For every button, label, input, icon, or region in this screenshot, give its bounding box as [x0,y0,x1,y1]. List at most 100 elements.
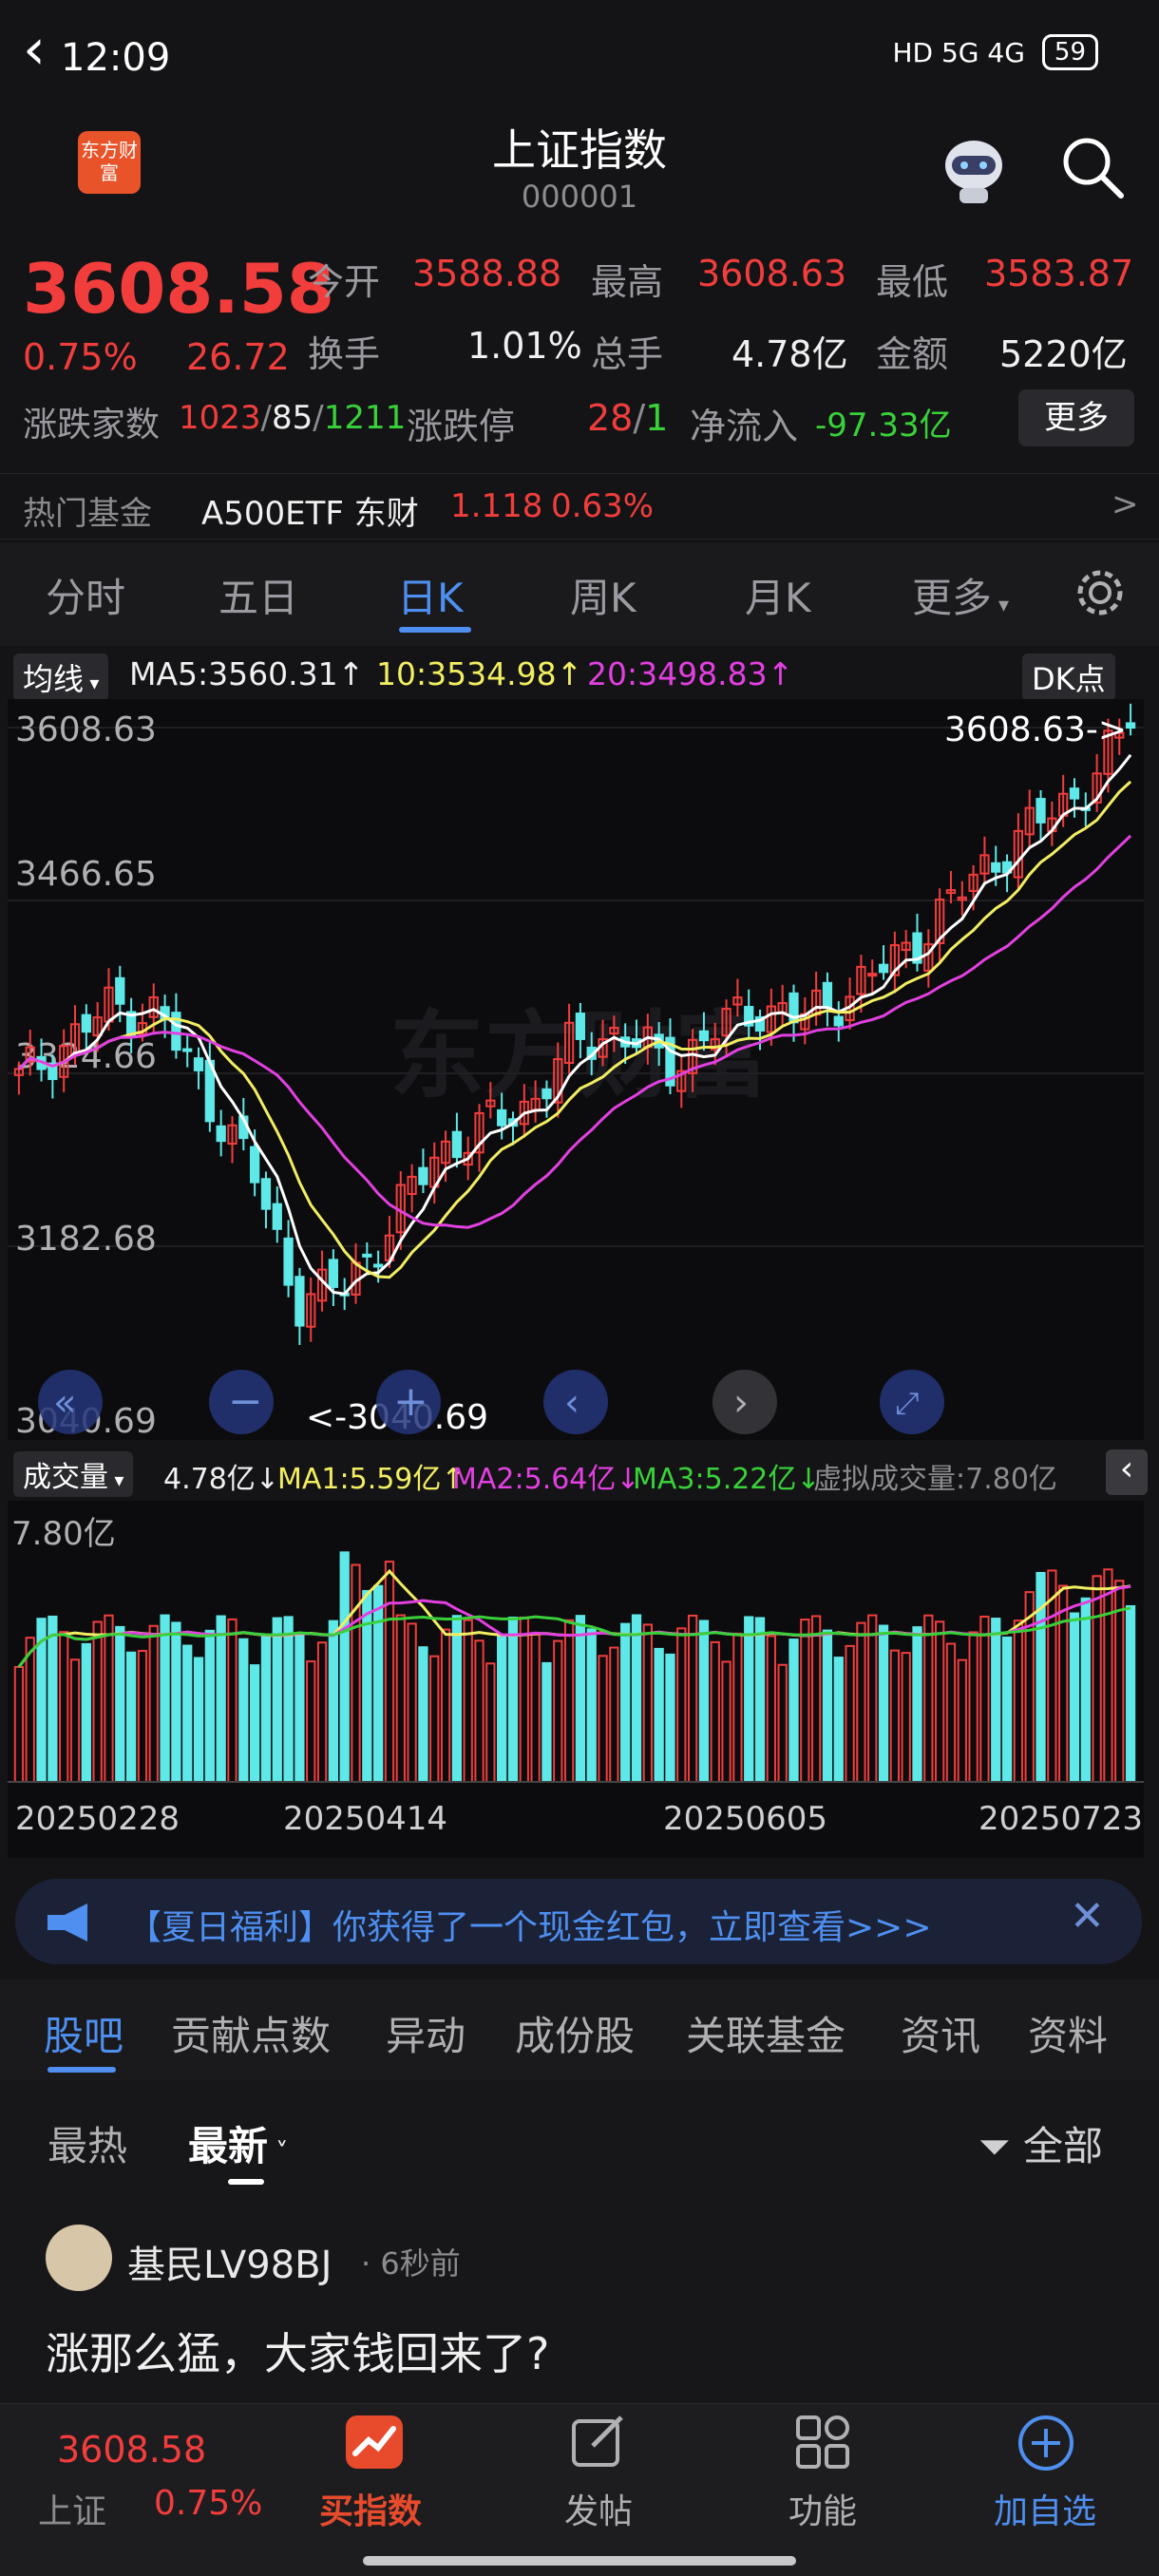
volume-bar [260,1635,272,1783]
candle [698,1030,710,1042]
volume-value: 4.78亿↓ [163,1463,279,1496]
price-axis-label: 3608.63 [15,710,157,749]
minus-icon: − [228,1377,263,1426]
promo-banner[interactable]: 【夏日福利】你获得了一个现金红包，立即查看>>> ✕ [15,1879,1142,1964]
tab-contribution[interactable]: 贡献点数 [171,2004,331,2062]
collapse-panel-icon[interactable]: ‹ [1106,1449,1148,1495]
post-button[interactable]: 发帖 [564,2484,633,2533]
volume-bar [182,1644,193,1783]
settings-gear-icon[interactable] [1074,566,1127,619]
home-indicator [363,2556,796,2566]
candle [991,862,1001,873]
status-bar: 12:09 HD 5G 4G 59 [0,0,1159,114]
tab-weekly-k[interactable]: 周K [570,566,636,624]
volume-bar [507,1617,519,1784]
filter-button[interactable]: ⏷ 全部 [978,2114,1103,2172]
current-price: 3608.58 [23,249,334,329]
volume-bar [328,1619,339,1783]
date-label: 20250723 [978,1800,1143,1838]
tab-guba[interactable]: 股吧 [44,2004,124,2062]
tab-related-funds[interactable]: 关联基金 [686,2004,846,2062]
tab-news[interactable]: 资讯 [901,2004,980,2062]
volume-bar [272,1617,282,1783]
avatar[interactable] [46,2225,112,2291]
volume-label: 总手 [591,333,664,375]
ma-legend: 均线 ▾ MA5:3560.31↑ 10:3534.98↑ 20:3498.83… [0,648,1159,701]
dk-point-toggle[interactable]: DK点 [1022,653,1115,701]
hot-fund-pct: 0.63% [551,487,655,525]
ma20-value: 20:3498.83↑ [587,655,794,692]
hot-fund-bar[interactable]: 热门基金 A500ETF 东财 1.118 0.63% > [0,473,1159,540]
kline-chart[interactable]: 东方财富 3608.63 3466.65 3324.66 3182.68 304… [0,699,1159,1444]
volume-bar [418,1646,428,1783]
trend-chart-icon [346,2415,403,2469]
updown-label: 涨跌家数 [23,406,161,445]
section-tabs: 股吧 贡献点数 异动 成份股 关联基金 资讯 资料 [0,1979,1159,2080]
volume-bar [249,1664,260,1783]
volume-bar [754,1617,766,1783]
sort-new[interactable]: 最新 ˅ [188,2114,288,2172]
volume-bar [115,1625,125,1783]
chevron-left-icon: ‹ [564,1381,580,1425]
add-watchlist-button[interactable]: 加自选 [994,2484,1096,2533]
volume-bar [373,1584,384,1783]
open-value: 3588.88 [412,253,562,294]
vol-ma3: MA3:5.22亿↓ [633,1463,821,1496]
filter-icon: ⏷ [978,2123,1011,2169]
change-percent: 0.75% [23,336,138,378]
candle [822,981,833,1009]
volume-bar [81,1642,91,1783]
bottom-index: 上证 [38,2492,107,2531]
ma-selector[interactable]: 均线 ▾ [13,653,109,701]
candle [373,1263,384,1268]
expand-icon: ⤢ [895,1385,920,1421]
chevron-right-icon: › [733,1381,749,1425]
tab-daily-k[interactable]: 日K [397,566,464,624]
volume-bar [48,1615,58,1783]
tab-components[interactable]: 成份股 [515,2004,635,2062]
buy-index-button[interactable]: 买指数 [319,2484,422,2533]
close-icon[interactable]: ✕ [1070,1892,1105,1941]
candle [1125,722,1136,729]
volume-chart[interactable]: 7.80亿 20250228 20250414 20250605 2025072… [0,1501,1159,1858]
tab-movement[interactable]: 异动 [386,2004,466,2062]
volume-bar [125,1651,137,1783]
volume-bar [620,1622,631,1783]
limit-label: 涨跌停 [407,406,516,447]
volume-bar [654,1647,664,1783]
candle [81,1013,91,1033]
back-icon[interactable]: ‹ [23,21,80,80]
candle [418,1166,428,1185]
tab-5day[interactable]: 五日 [218,566,298,624]
amount-label: 金额 [876,333,949,375]
post-content[interactable]: 涨那么猛，大家钱回来了? [46,2320,549,2382]
candle [272,1203,282,1230]
more-button[interactable]: 更多 [1018,389,1134,446]
sort-hot[interactable]: 最热 [48,2114,127,2172]
low-value: 3583.87 [984,253,1134,294]
tab-monthly-k[interactable]: 月K [745,566,811,624]
vol-ma2: MA2:5.64亿↓ [452,1463,640,1496]
tab-minute[interactable]: 分时 [46,566,125,624]
candle [878,963,889,974]
candle [575,1013,586,1040]
chart-tabs: 分时 五日 日K 周K 月K 更多 ▾ [0,543,1159,646]
volume-bar [912,1626,922,1783]
candle [294,1276,305,1327]
search-icon[interactable] [1056,131,1129,203]
date-label: 20250228 [15,1800,180,1838]
ma5-value: MA5:3560.31↑ [129,655,365,692]
volume-bar [586,1628,597,1783]
volume-bar [788,1638,799,1783]
ma10-value: 10:3534.98↑ [376,655,583,692]
volume-bar [542,1661,552,1783]
volume-selector[interactable]: 成交量 ▾ [13,1451,134,1497]
tab-more[interactable]: 更多 ▾ [912,566,1009,624]
robot-assistant-icon[interactable] [931,131,1016,207]
plus-icon: + [393,1377,428,1426]
tab-profile[interactable]: 资料 [1028,2004,1108,2062]
candle [497,1108,507,1127]
functions-button[interactable]: 功能 [788,2484,857,2533]
post-username[interactable]: 基民LV98BJ [127,2234,332,2289]
volume-bar [878,1624,889,1783]
